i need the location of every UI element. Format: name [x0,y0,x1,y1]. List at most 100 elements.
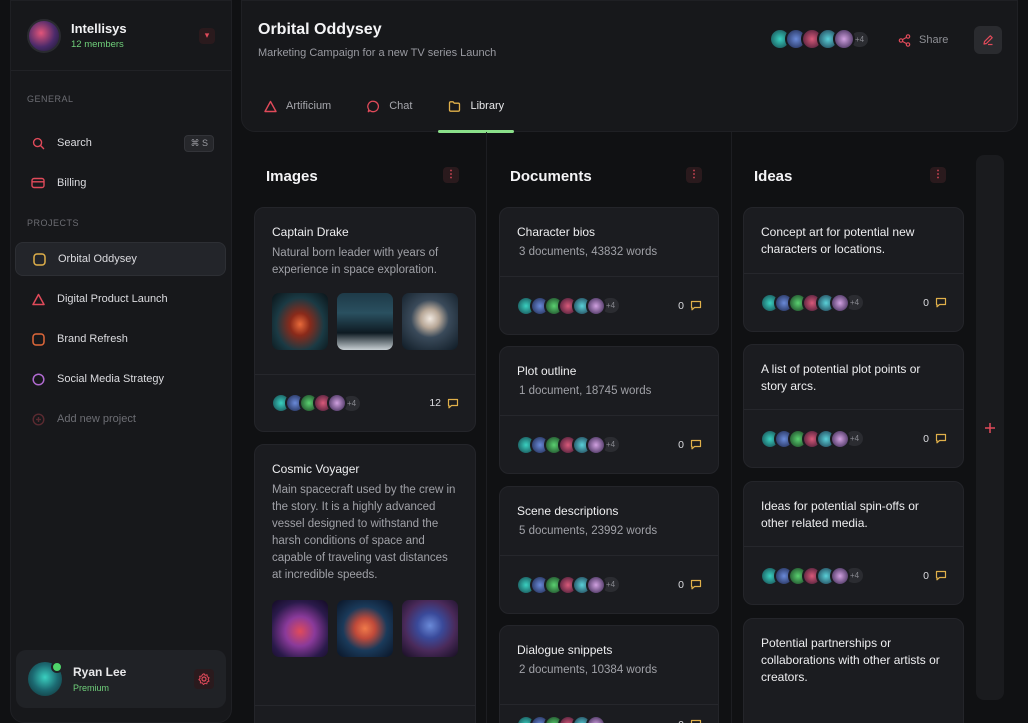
image-thumbnail[interactable] [402,293,458,350]
idea-card[interactable]: A list of potential plot points or story… [743,344,964,468]
workspace-switcher[interactable]: Intellisys 12 members ▾ [11,1,231,71]
comments-count[interactable]: 0 [923,297,947,309]
edit-button[interactable] [974,26,1002,54]
card-title: Character bios [517,225,596,239]
tab-label: Chat [389,100,413,112]
image-thumbnail[interactable] [337,293,393,350]
pencil-icon [983,35,993,46]
card-meta: 2 documents, 10384 words [519,664,658,676]
column-title: Documents [510,168,592,185]
images-column: Images ⋮ Captain Drake Natural born lead… [241,140,486,723]
comment-icon [690,300,702,311]
idea-card[interactable]: Concept art for potential new characters… [743,207,964,332]
document-card[interactable]: Scene descriptions 5 documents, 23992 wor… [499,486,719,614]
avatar [830,428,850,449]
image-card[interactable]: Captain Drake Natural born leader with y… [254,207,476,432]
card-title: Ideas for potential spin-offs or other r… [761,499,919,530]
more-vertical-icon[interactable]: ⋮ [930,167,946,183]
image-thumbnail[interactable] [402,600,458,657]
avatar [586,434,606,455]
more-vertical-icon[interactable]: ⋮ [443,167,459,183]
user-name: Ryan Lee [73,665,127,679]
sidebar: Intellisys 12 members ▾ GENERAL Search ⌘… [10,0,232,723]
idea-card[interactable]: Potential partnerships or collaborations… [743,618,964,723]
card-title: Dialogue snippets [517,643,613,657]
card-title: Cosmic Voyager [272,462,360,476]
comments-count[interactable]: 0 [678,439,702,451]
share-button[interactable]: Share [898,29,948,51]
card-description: Main spacecraft used by the crew in the … [272,484,456,581]
avatar [830,292,850,313]
workspace-members: 12 members [71,39,124,50]
comment-count: 12 [429,397,441,409]
sidebar-item-orbital-oddysey[interactable]: Orbital Oddysey [15,242,226,276]
sidebar-item-label: Social Media Strategy [57,373,164,385]
projects-section-label: PROJECTS [27,218,80,228]
user-card[interactable]: Ryan Lee Premium [16,650,226,708]
sidebar-item-social-media-strategy[interactable]: Social Media Strategy [15,362,226,396]
gear-icon[interactable] [194,669,214,689]
card-icon [31,176,45,190]
ideas-column: Ideas ⋮ Concept art for potential new ch… [733,140,973,723]
comment-icon [690,439,702,450]
sidebar-item-label: Orbital Oddysey [58,253,137,265]
sidebar-item-brand-refresh[interactable]: Brand Refresh [15,322,226,356]
workspace-name: Intellisys [71,21,127,36]
comments-count[interactable]: 0 [678,300,702,312]
image-thumbnail[interactable] [272,600,328,657]
comments-count[interactable]: 12 [429,397,459,409]
triangle-icon [264,100,277,112]
plus-circle-icon [31,412,45,426]
avatar [830,565,850,586]
tab-label: Library [470,100,505,112]
sidebar-item-search[interactable]: Search ⌘ S [15,126,226,160]
column-divider [731,132,732,723]
tab-chat[interactable]: Chat [357,89,422,123]
idea-card[interactable]: Ideas for potential spin-offs or other r… [743,481,964,605]
sidebar-item-billing[interactable]: Billing [15,166,226,200]
image-thumbnail[interactable] [272,293,328,350]
tab-library[interactable]: Library [438,89,514,133]
collaborator-avatars: +4 [516,295,620,316]
collaborator-avatars: +4 [760,428,864,449]
document-card[interactable]: Dialogue snippets 2 documents, 10384 word… [499,625,719,723]
card-title: Potential partnerships or collaborations… [761,636,940,684]
sidebar-item-digital-product-launch[interactable]: Digital Product Launch [15,282,226,316]
comment-icon [690,579,702,590]
sidebar-item-label: Brand Refresh [57,333,128,345]
member-avatars[interactable]: +4 [769,28,869,50]
add-column-button[interactable] [976,155,1004,700]
collaborator-avatars: +4 [760,292,864,313]
image-thumbnail[interactable] [337,600,393,657]
card-title: Plot outline [517,364,577,378]
collaborator-avatars: +4 [271,393,361,413]
tab-artificium[interactable]: Artificium [254,89,341,123]
comment-icon [935,433,947,444]
document-card[interactable]: Character bios 3 documents, 43832 words +4… [499,207,719,335]
avatar [28,661,63,696]
page-subtitle: Marketing Campaign for a new TV series L… [258,47,497,59]
more-vertical-icon[interactable]: ⋮ [686,167,702,183]
comments-count[interactable]: 0 [923,570,947,582]
card-title: Captain Drake [272,225,349,239]
add-project-button[interactable]: Add new project [15,402,226,436]
search-shortcut: ⌘ S [184,134,214,152]
comment-icon [935,297,947,308]
chevron-down-icon[interactable]: ▾ [199,27,215,44]
card-title: Scene descriptions [517,504,619,518]
project-triangle-icon [31,292,45,306]
documents-column: Documents ⋮ Character bios 3 documents, 4… [488,140,731,723]
avatar [833,28,855,50]
image-card[interactable]: Cosmic Voyager Main spacecraft used by t… [254,444,476,723]
comments-count[interactable]: 0 [678,579,702,591]
comments-count[interactable]: 0 [678,719,702,723]
project-square-icon [31,332,45,346]
document-card[interactable]: Plot outline 1 document, 18745 words +4 0 [499,346,719,474]
comments-count[interactable]: 0 [923,433,947,445]
card-description: Natural born leader with years of experi… [272,247,439,276]
comment-icon [935,570,947,581]
add-project-label: Add new project [57,413,136,425]
project-header: Orbital Oddysey Marketing Campaign for a… [241,0,1018,133]
workspace-avatar [27,18,61,53]
folder-icon [449,100,461,112]
